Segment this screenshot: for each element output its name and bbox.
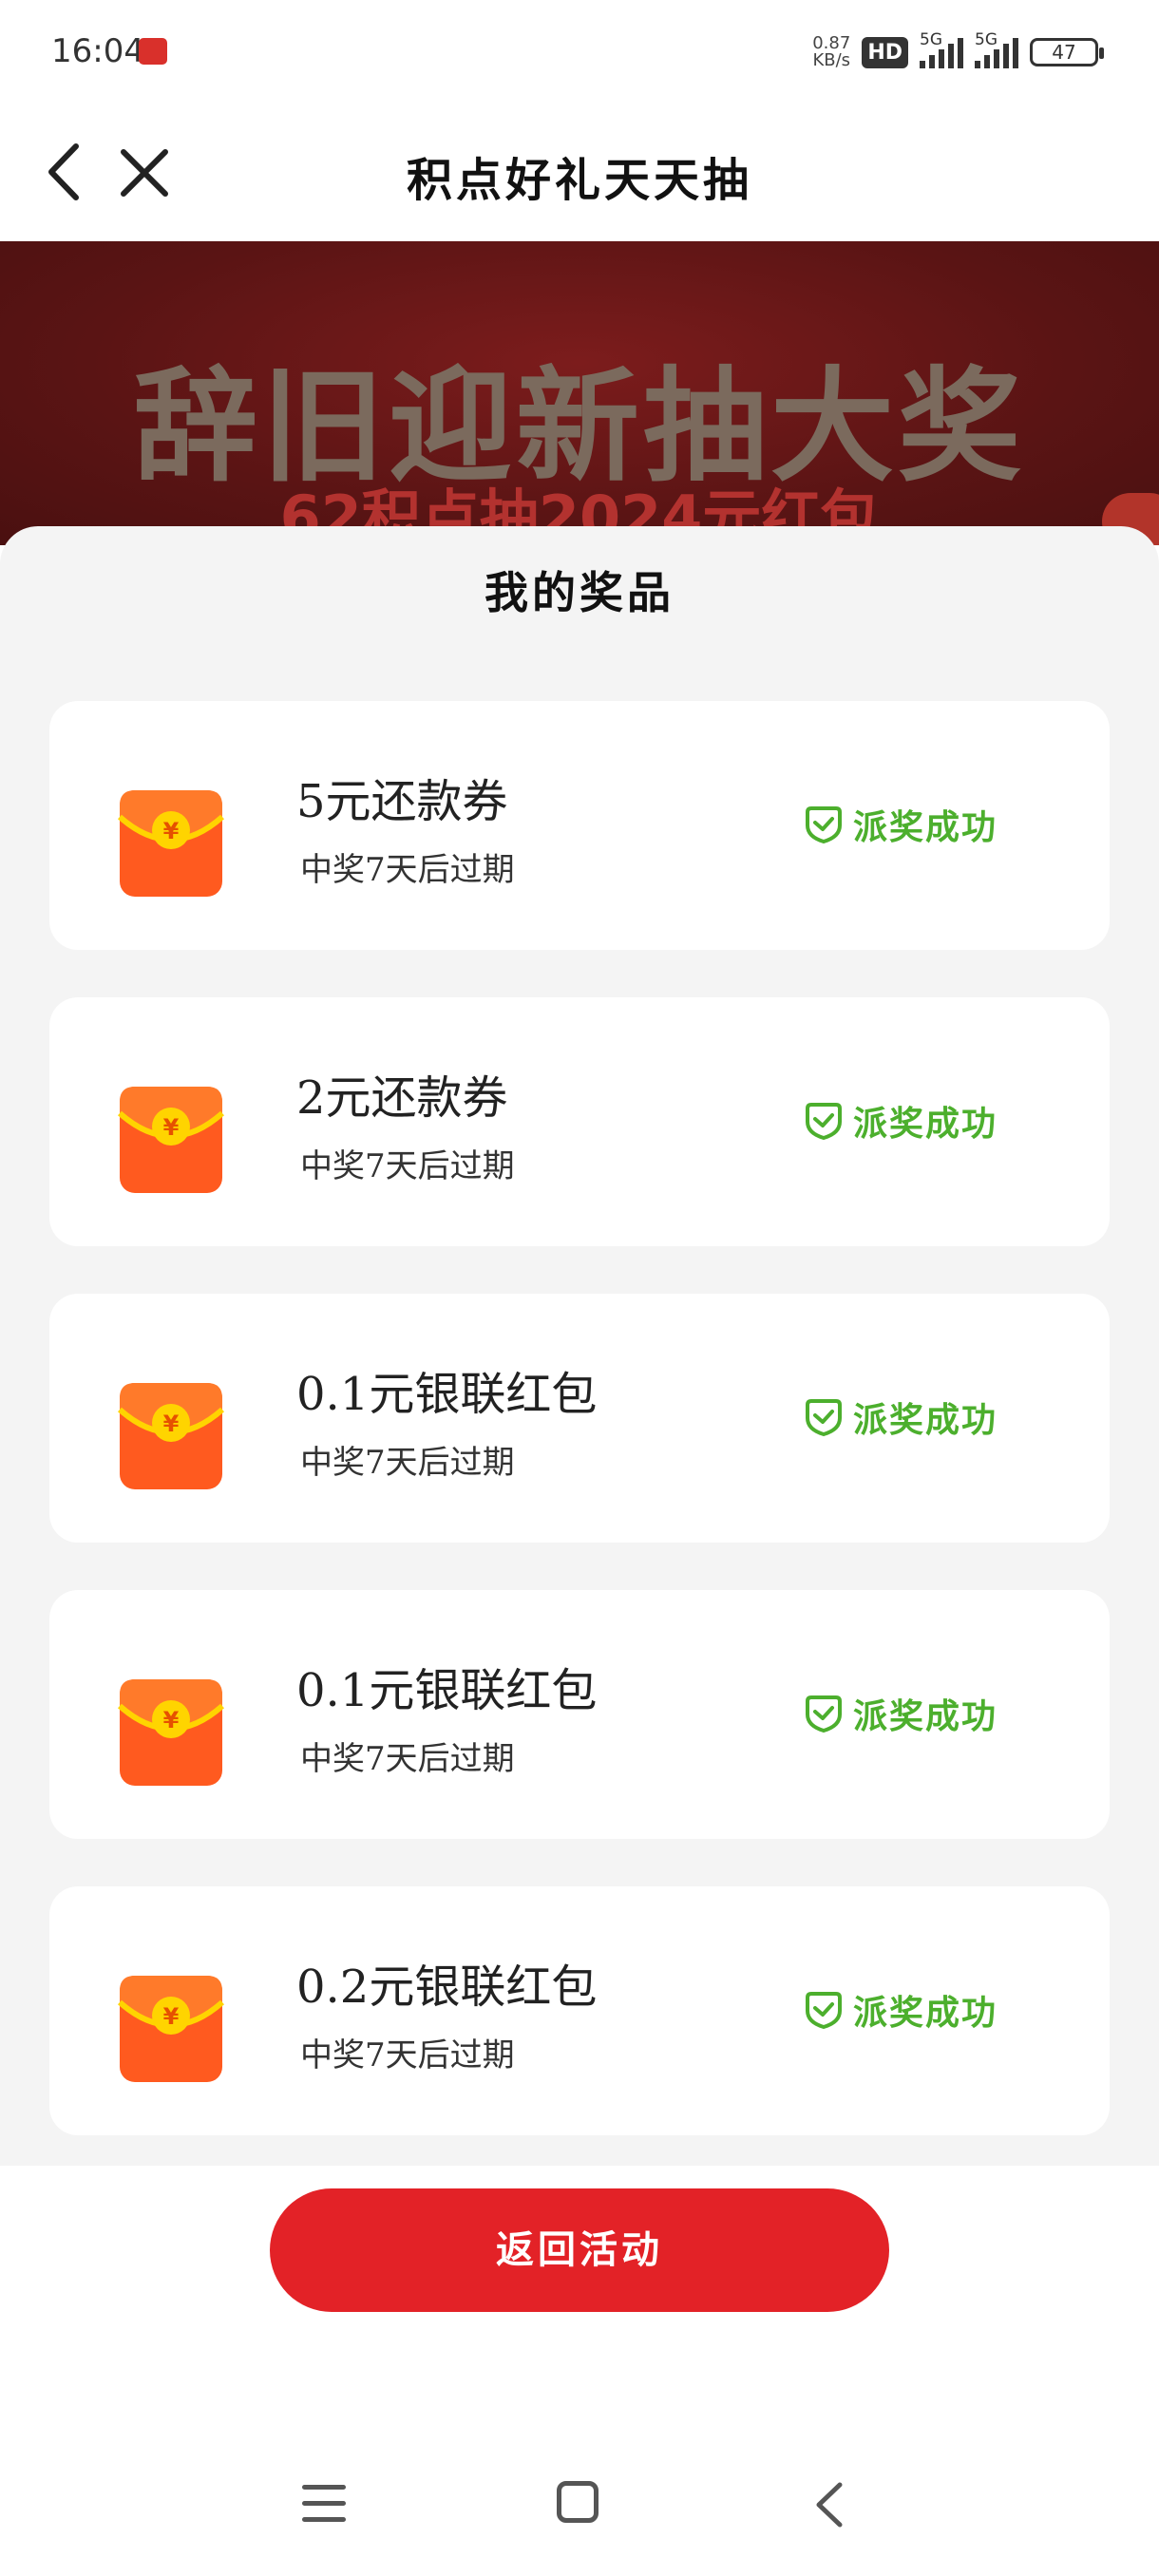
signal-label: 5G	[920, 30, 942, 49]
svg-text:¥: ¥	[163, 1411, 180, 1437]
prize-name: 0.1元银联红包	[296, 1368, 598, 1421]
prize-status-label: 派奖成功	[853, 1993, 998, 2033]
red-packet-icon: ¥	[118, 1383, 224, 1489]
prize-card: ¥ 5元还款券 中奖7天后过期 派奖成功	[49, 701, 1110, 950]
app-notification-icon	[139, 38, 167, 65]
prize-expire: 中奖7天后过期	[300, 1444, 515, 1482]
home-icon[interactable]	[557, 2481, 598, 2523]
prize-status: 派奖成功	[804, 1985, 998, 2035]
network-speed: 0.87 KB/s	[812, 35, 850, 69]
sheet-title: 我的奖品	[484, 567, 674, 618]
prize-expire: 中奖7天后过期	[300, 1147, 515, 1185]
shield-check-icon	[806, 1695, 842, 1733]
prize-card: ¥ 2元还款券 中奖7天后过期 派奖成功	[49, 997, 1110, 1246]
red-packet-icon: ¥	[118, 1976, 224, 2082]
signal-icon-2: 5G	[975, 30, 1018, 68]
shield-check-icon	[806, 1399, 842, 1437]
status-indicators: 0.87 KB/s HD 5G 5G 47	[812, 30, 1104, 74]
prize-name: 0.1元银联红包	[296, 1664, 598, 1717]
shield-check-icon	[806, 1103, 842, 1141]
back-to-activity-button[interactable]: 返回活动	[270, 2188, 889, 2312]
red-packet-icon: ¥	[118, 1679, 224, 1786]
prize-status: 派奖成功	[804, 1096, 998, 1146]
prize-expire: 中奖7天后过期	[300, 2036, 515, 2074]
prize-status-label: 派奖成功	[853, 1104, 998, 1144]
red-packet-icon: ¥	[118, 1087, 224, 1193]
activity-banner: 辞旧迎新抽大奖 62积点抽2024元红包	[0, 241, 1159, 545]
prize-status-label: 派奖成功	[853, 807, 998, 847]
signal-icon: 5G	[920, 30, 963, 68]
prize-status: 派奖成功	[804, 800, 998, 849]
prize-status-label: 派奖成功	[853, 1696, 998, 1736]
hd-icon: HD	[862, 36, 908, 68]
prize-card: ¥ 0.2元银联红包 中奖7天后过期 派奖成功	[49, 1886, 1110, 2135]
prize-status: 派奖成功	[804, 1689, 998, 1738]
system-back-icon[interactable]	[811, 2479, 849, 2530]
shield-check-icon	[806, 1992, 842, 2030]
prize-status: 派奖成功	[804, 1392, 998, 1442]
svg-text:¥: ¥	[163, 1114, 180, 1141]
menu-icon[interactable]	[302, 2485, 346, 2523]
prize-expire: 中奖7天后过期	[300, 851, 515, 889]
prize-name: 5元还款券	[296, 775, 508, 828]
nav-bar: 积点好礼天天抽	[0, 104, 1159, 241]
status-time: 16:04	[51, 32, 144, 70]
prize-expire: 中奖7天后过期	[300, 1740, 515, 1778]
status-bar: 16:04 0.87 KB/s HD 5G 5G 47	[0, 0, 1159, 104]
signal-label-2: 5G	[975, 30, 998, 49]
battery-icon: 47	[1030, 38, 1104, 66]
prize-card: ¥ 0.1元银联红包 中奖7天后过期 派奖成功	[49, 1294, 1110, 1543]
page-title: 积点好礼天天抽	[406, 154, 752, 207]
svg-text:¥: ¥	[163, 2003, 180, 2030]
prize-name: 0.2元银联红包	[296, 1960, 598, 2014]
svg-text:¥: ¥	[163, 818, 180, 844]
system-nav-bar	[0, 2470, 1159, 2546]
shield-check-icon	[806, 806, 842, 844]
svg-text:¥: ¥	[163, 1707, 180, 1733]
red-packet-icon: ¥	[118, 790, 224, 897]
bottom-action-area: 返回活动	[0, 2166, 1159, 2576]
my-prizes-sheet: 我的奖品 ¥ 5元还款券 中奖7天后过期 派奖成功 ¥ 2元还款券 中奖7天后过…	[0, 526, 1159, 2166]
network-speed-unit: KB/s	[812, 50, 851, 70]
prize-name: 2元还款券	[296, 1071, 508, 1125]
prize-status-label: 派奖成功	[853, 1400, 998, 1440]
prize-card: ¥ 0.1元银联红包 中奖7天后过期 派奖成功	[49, 1590, 1110, 1839]
